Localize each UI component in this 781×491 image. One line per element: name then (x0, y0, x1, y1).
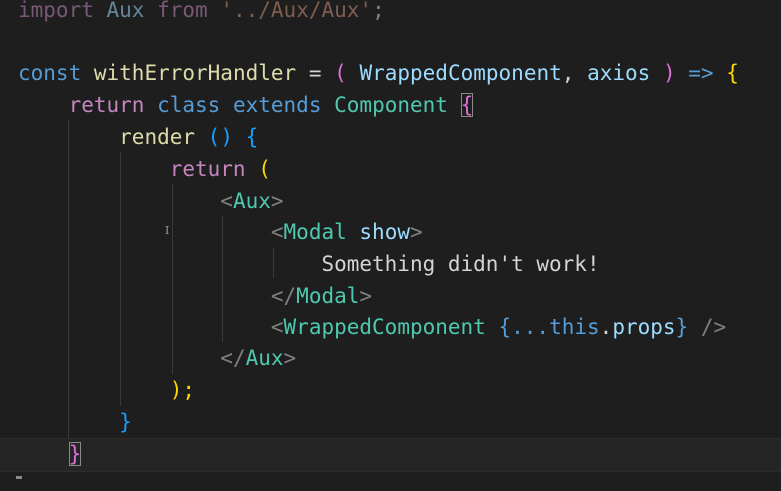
attr-show: show (359, 220, 410, 244)
class-keyword: class (157, 93, 221, 117)
return-keyword: return (169, 157, 246, 181)
arrow-operator: => (688, 61, 714, 85)
from-keyword: from (157, 0, 208, 22)
spread-operator: ... (511, 315, 550, 339)
code-line-5[interactable]: render () { (18, 121, 258, 153)
tag-close-bracket: > (409, 220, 423, 244)
tag-name-aux: Aux (245, 346, 284, 370)
tag-name-modal: Modal (283, 220, 347, 244)
close-brace: } (119, 410, 132, 434)
param-axios: axios (587, 61, 651, 85)
jsx-text: Something didn't work! (321, 252, 600, 276)
matched-open-brace: { (460, 93, 474, 117)
code-line-7[interactable]: <Aux> (18, 185, 284, 217)
code-line-6[interactable]: return ( (18, 153, 271, 185)
tag-open-bracket: < (270, 315, 284, 339)
return-keyword: return (68, 93, 145, 117)
code-line-3[interactable]: const withErrorHandler = ( WrappedCompon… (18, 57, 739, 89)
comma: , (561, 61, 575, 85)
code-line-9[interactable]: Something didn't work! (18, 248, 600, 280)
tag-close-bracket: > (270, 189, 284, 213)
code-line-1[interactable]: import Aux from '../Aux/Aux'; (18, 0, 385, 26)
code-line-13[interactable]: ); (18, 374, 195, 406)
function-name: withErrorHandler (93, 61, 297, 85)
code-line-4[interactable]: return class extends Component { (18, 89, 474, 121)
dot: . (599, 315, 613, 339)
jsx-close-brace: } (675, 315, 689, 339)
code-line-14[interactable]: } (18, 406, 132, 438)
method-name: render (119, 125, 196, 149)
code-line-12[interactable]: </Aux> (18, 342, 296, 374)
open-brace: { (726, 61, 739, 85)
open-paren: ( (258, 157, 271, 181)
const-keyword: const (18, 61, 82, 85)
code-line-8[interactable]: <Modal show> (18, 216, 423, 248)
open-brace: { (245, 125, 259, 149)
tag-close-bracket: > (283, 346, 297, 370)
code-line-11[interactable]: <WrappedComponent {...this.props} /> (18, 311, 726, 343)
import-keyword: import (18, 0, 94, 22)
extends-keyword: extends (232, 93, 322, 117)
fold-marker (16, 476, 22, 479)
close-paren: ) (662, 61, 676, 85)
tag-name-wrapped-component: WrappedComponent (283, 315, 486, 339)
param-wrapped-component: WrappedComponent (359, 61, 562, 85)
props-name: props (612, 315, 676, 339)
code-line-10[interactable]: </Modal> (18, 280, 372, 312)
semicolon: ; (372, 0, 385, 22)
current-line-highlight (0, 438, 781, 472)
matched-close-brace: } (68, 442, 82, 466)
tag-self-close: /> (700, 315, 727, 339)
jsx-open-brace: { (498, 315, 512, 339)
tag-close-bracket: > (359, 284, 373, 308)
import-name: Aux (106, 0, 145, 22)
import-path: '../Aux/Aux' (220, 0, 373, 22)
tag-open-bracket: < (220, 189, 233, 213)
tag-open-bracket: < (270, 220, 284, 244)
open-paren: ( (334, 61, 347, 85)
tag-open-bracket: </ (270, 284, 297, 308)
code-line-15[interactable]: } (18, 438, 82, 470)
tag-name-aux: Aux (232, 189, 271, 213)
method-parens: () (207, 125, 233, 149)
equals-operator: = (308, 61, 322, 85)
tag-open-bracket: </ (220, 346, 246, 370)
code-editor[interactable]: import Aux from '../Aux/Aux'; const with… (0, 0, 781, 491)
tag-name-modal: Modal (296, 284, 360, 308)
this-keyword: this (549, 315, 600, 339)
close-paren-semicolon: ); (169, 378, 196, 402)
base-class-name: Component (334, 93, 448, 117)
